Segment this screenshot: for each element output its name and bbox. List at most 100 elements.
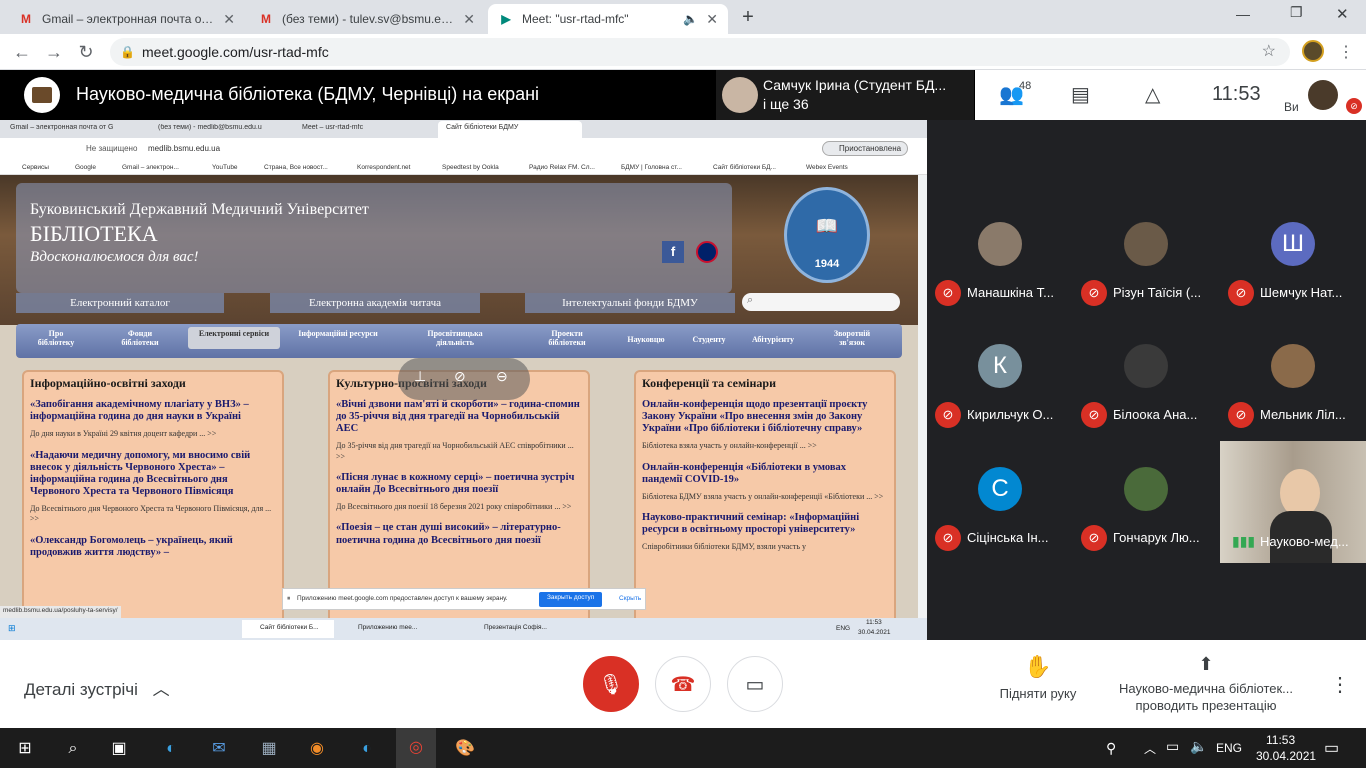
reload-icon[interactable]: ↻ <box>74 41 98 63</box>
forward-arrow-icon[interactable]: → <box>42 41 66 63</box>
logo-year: 1944 <box>814 258 840 270</box>
hide-button[interactable]: Скрыть <box>619 595 641 602</box>
windows-icon: ⊞ <box>8 623 16 633</box>
notifications-icon[interactable]: ▭ <box>1324 738 1339 758</box>
uk-flag-icon[interactable] <box>696 241 718 263</box>
participant-name: Шемчук Нат... <box>1260 285 1343 300</box>
presenting-status-button[interactable]: ⬆ Науково-медична бібліотек... проводить… <box>1106 654 1306 713</box>
menu-item[interactable]: Зворотній зв'язок <box>822 329 882 348</box>
mic-toggle-button[interactable]: 🎙 <box>583 656 639 712</box>
event-link[interactable]: «Пісня лунає в кожному серці» – поетична… <box>336 472 582 496</box>
close-icon[interactable]: ✕ <box>706 11 718 28</box>
event-link[interactable]: «Запобігання академічному плагіату у ВНЗ… <box>30 399 276 423</box>
network-app-icon[interactable]: ▦ <box>256 736 282 762</box>
event-link[interactable]: Науково-практичний семінар: «Інформаційн… <box>642 512 888 536</box>
presenter-video-tile[interactable]: ▮▮▮ Науково-мед... <box>1220 441 1366 563</box>
facebook-icon[interactable]: f <box>662 241 684 263</box>
browser-menu-icon[interactable]: ⋮ <box>1338 42 1354 62</box>
bookmark: Korrespondent.net <box>357 164 411 171</box>
pin-icon[interactable]: ⊥ <box>414 368 426 385</box>
event-link[interactable]: Онлайн-конференція щодо презентації проє… <box>642 399 888 435</box>
participant-tile[interactable]: С ⊘ Сіцінська Ін... <box>927 441 1073 563</box>
catalog-button[interactable]: Електронний каталог <box>16 293 224 313</box>
event-link[interactable]: «Вічні дзвони пам'яті й скорботи» – годи… <box>336 399 582 435</box>
url-text: meet.google.com/usr-rtad-mfc <box>142 44 329 60</box>
participant-tile[interactable]: ⊘ Мельник Ліл... <box>1220 318 1366 440</box>
maximize-button[interactable]: ❐ <box>1290 4 1303 21</box>
edge-icon[interactable]: ◐ <box>354 736 380 762</box>
stop-sharing-button[interactable]: Закрыть доступ <box>539 592 603 607</box>
volume-icon[interactable]: 🔈 <box>1190 738 1207 755</box>
url-field[interactable]: 🔒 meet.google.com/usr-rtad-mfc ☆ <box>110 38 1290 66</box>
event-link[interactable]: «Поезія – це стан душі високий» – літера… <box>336 522 582 546</box>
taskbar-date[interactable]: 30.04.2021 <box>1256 749 1316 763</box>
participant-tile[interactable]: К ⊘ Кирильчук О... <box>927 318 1073 440</box>
people-tray-icon[interactable]: ⚲ <box>1106 740 1116 757</box>
activities-icon[interactable]: △ <box>1145 82 1160 107</box>
taskbar-clock[interactable]: 11:53 <box>1266 733 1295 747</box>
minimize-button[interactable]: — <box>1236 6 1250 22</box>
raise-hand-label: Підняти руку <box>999 686 1077 701</box>
menu-item[interactable]: Фонди бібліотеки <box>112 329 168 348</box>
chrome-icon[interactable]: ◎ <box>396 728 436 768</box>
tab-gmail[interactable]: M Gmail – электронная почта от G ✕ <box>8 4 245 34</box>
leave-call-button[interactable]: ☎ <box>655 656 711 712</box>
shared-status-url: medlib.bsmu.edu.ua/posluhy-ta-servisy/ <box>0 606 121 618</box>
raise-hand-button[interactable]: ✋ Підняти руку <box>990 654 1086 701</box>
meeting-details-button[interactable]: Деталі зустрічі ︿ <box>24 675 170 700</box>
back-arrow-icon[interactable]: ← <box>10 41 34 63</box>
menu-item[interactable]: Просвітницька діяльність <box>412 329 498 348</box>
tray-chevron-icon[interactable]: ︿ <box>1144 740 1156 757</box>
bookmark: БДМУ | Головна ст... <box>621 164 682 171</box>
menu-item[interactable]: Студенту <box>684 335 734 344</box>
task-view-icon[interactable]: ▣ <box>106 736 132 762</box>
new-tab-button[interactable]: + <box>736 6 760 28</box>
menu-item[interactable]: Про бібліотеку <box>36 329 76 348</box>
remove-icon[interactable]: ⊖ <box>496 368 508 385</box>
event-link[interactable]: «Надаючи медичну допомогу, ми вносимо св… <box>30 450 276 498</box>
start-button[interactable]: ⊞ <box>12 736 38 762</box>
participant-tile[interactable]: ⊘ Різун Таїсія (... <box>1073 196 1219 318</box>
mail-icon[interactable]: ✉ <box>206 736 232 762</box>
speaker-icon[interactable]: 🔈 <box>683 12 698 26</box>
chat-icon[interactable]: ▤ <box>1071 82 1090 107</box>
menu-item-active[interactable]: Електронні сервіси <box>188 327 280 349</box>
network-icon[interactable]: ▭ <box>1166 738 1179 755</box>
participant-tile[interactable]: ⊘ Гончарук Лю... <box>1073 441 1219 563</box>
profile-avatar[interactable] <box>1302 40 1324 62</box>
bookmark: Радио Relax FM. Сл... <box>529 164 595 171</box>
tab-meet[interactable]: ▶ Meet: "usr-rtad-mfc" 🔈 ✕ <box>488 4 728 34</box>
site-search-input[interactable]: ⌕ <box>742 293 900 311</box>
menu-item[interactable]: Науковцю <box>620 335 672 344</box>
menu-item[interactable]: Проекти бібліотеки <box>536 329 598 348</box>
presentation-title: Науково-медична бібліотека (БДМУ, Чернів… <box>76 84 540 104</box>
event-link[interactable]: Онлайн-конференція «Бібліотеки в умовах … <box>642 462 888 486</box>
event-link[interactable]: «Олександр Богомолець – українець, який … <box>30 535 276 559</box>
close-icon[interactable]: ✕ <box>223 11 235 28</box>
tab-mail-no-subject[interactable]: M (без теми) - tulev.sv@bsmu.edu.u ✕ <box>248 4 485 34</box>
participant-tile[interactable]: Ш ⊘ Шемчук Нат... <box>1220 196 1366 318</box>
paint-icon[interactable]: 🎨 <box>452 736 478 762</box>
mute-icon[interactable]: ⊘ <box>454 368 466 385</box>
shared-tab: Gmail – электронная почта от G <box>10 124 114 131</box>
search-icon[interactable]: ⌕ <box>60 736 86 762</box>
self-muted-icon: ⊘ <box>1346 98 1362 114</box>
funds-button[interactable]: Інтелектуальні фонди БДМУ <box>525 293 735 313</box>
gmail-icon: M <box>21 12 31 26</box>
event-summary: До Всесвітнього дня поезії 18 березня 20… <box>336 502 572 512</box>
more-options-icon[interactable]: ⋮ <box>1330 672 1350 697</box>
menu-item[interactable]: Абітурієнту <box>742 335 804 344</box>
close-icon[interactable]: ✕ <box>463 11 475 28</box>
camera-toggle-button[interactable]: ▭ <box>727 656 783 712</box>
participant-tile[interactable]: ⊘ Манашкіна Т... <box>927 196 1073 318</box>
menu-item[interactable]: Інформаційні ресурси <box>298 329 378 339</box>
academy-button[interactable]: Електронна академія читача <box>270 293 480 313</box>
taskbar-lang: ENG <box>836 625 851 632</box>
participant-tile[interactable]: ⊘ Білоока Ана... <box>1073 318 1219 440</box>
language-indicator[interactable]: ENG <box>1216 741 1242 755</box>
speaking-icon: ▮▮▮ <box>1232 533 1256 549</box>
window-close-button[interactable]: ✕ <box>1336 5 1349 23</box>
eye-app-icon[interactable]: ◉ <box>304 736 330 762</box>
star-icon[interactable]: ☆ <box>1262 38 1276 66</box>
edge-icon[interactable]: ◐ <box>158 736 184 762</box>
